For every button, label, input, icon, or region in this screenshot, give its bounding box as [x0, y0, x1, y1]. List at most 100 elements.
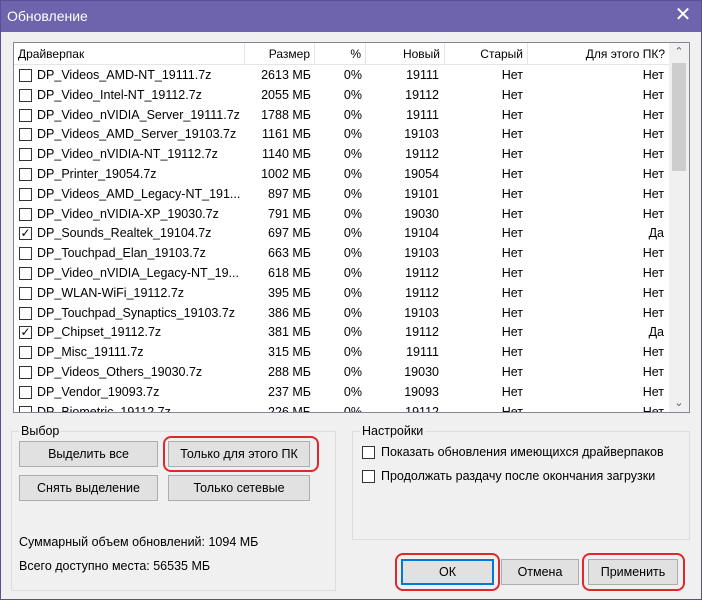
table-row[interactable]: ✓ DP_Chipset_19112.7z 381 МБ 0% 19112 Нет Да	[14, 322, 669, 342]
row-name: DP_Videos_AMD_Server_19103.7z	[37, 127, 237, 142]
row-checkbox[interactable]	[19, 405, 32, 412]
column-header-size[interactable]: Размер	[245, 43, 315, 65]
scroll-up-icon[interactable]: ⌃	[669, 43, 689, 61]
continue-seeding-label: Продолжать раздачу после окончания загру…	[381, 469, 656, 483]
only-network-button[interactable]: Только сетевые	[168, 475, 310, 501]
vertical-scrollbar[interactable]: ⌃ ⌄	[669, 43, 689, 412]
row-name: DP_Video_Intel-NT_19112.7z	[37, 87, 202, 102]
row-for-this-pc: Да	[648, 226, 664, 241]
row-checkbox[interactable]: ✓	[19, 326, 32, 340]
row-size: 2055 МБ	[261, 87, 311, 102]
row-size: 288 МБ	[268, 364, 311, 379]
row-percent: 0%	[343, 305, 362, 320]
row-checkbox[interactable]	[19, 128, 32, 142]
row-old-version: Нет	[501, 325, 523, 340]
table-row[interactable]: DP_Videos_AMD_Legacy-NT_191... 897 МБ 0% 19…	[14, 184, 669, 204]
row-checkbox[interactable]	[19, 266, 32, 280]
row-percent: 0%	[343, 186, 362, 201]
show-updates-label: Показать обновления имеющихся драйверпак…	[381, 445, 664, 459]
row-checkbox[interactable]	[19, 385, 32, 399]
row-name: DP_Touchpad_Elan_19103.7z	[37, 246, 206, 261]
row-size: 395 МБ	[268, 285, 311, 300]
apply-button[interactable]: Применить	[588, 559, 678, 585]
deselect-button[interactable]: Снять выделение	[19, 475, 158, 501]
row-old-version: Нет	[501, 147, 523, 162]
row-checkbox[interactable]	[19, 167, 32, 181]
row-new-version: 19112	[405, 87, 439, 102]
row-checkbox[interactable]	[19, 365, 32, 379]
table-row[interactable]: DP_Biometric_19112.7z 226 МБ 0% 19112 Нет Нет	[14, 402, 669, 413]
row-name: DP_Videos_Others_19030.7z	[37, 364, 203, 379]
window-title: Обновление	[7, 8, 88, 24]
row-percent: 0%	[343, 404, 362, 413]
table-row[interactable]: DP_Videos_AMD_Server_19103.7z 1161 МБ 0% 19…	[14, 124, 669, 144]
row-new-version: 19093	[404, 384, 439, 399]
table-row[interactable]: DP_Misc_19111.7z 315 МБ 0% 19111 Нет Нет	[14, 342, 669, 362]
table-row[interactable]: DP_Video_nVIDIA_Legacy-NT_19... 618 МБ 0% 1…	[14, 263, 669, 283]
row-checkbox[interactable]	[19, 148, 32, 162]
column-header-percent[interactable]: %	[315, 43, 366, 65]
row-checkbox[interactable]: ✓	[19, 227, 32, 241]
row-for-this-pc: Нет	[642, 404, 664, 413]
table-row[interactable]: ✓ DP_Sounds_Realtek_19104.7z 697 МБ 0% 19104…	[14, 223, 669, 243]
row-checkbox[interactable]	[19, 286, 32, 300]
column-header-for-this-pc[interactable]: Для этого ПК?	[528, 43, 669, 65]
row-for-this-pc: Нет	[642, 246, 664, 261]
table-row[interactable]: DP_Touchpad_Elan_19103.7z 663 МБ 0% 19103 Не…	[14, 243, 669, 263]
scroll-down-icon[interactable]: ⌄	[669, 394, 689, 412]
row-for-this-pc: Нет	[642, 384, 664, 399]
row-new-version: 19111	[406, 107, 439, 122]
table-row[interactable]: DP_WLAN-WiFi_19112.7z 395 МБ 0% 19112 Нет Нет	[14, 283, 669, 303]
cancel-button[interactable]: Отмена	[501, 559, 579, 585]
table-row[interactable]: DP_Vendor_19093.7z 237 МБ 0% 19093 Нет Нет	[14, 382, 669, 402]
column-header-new[interactable]: Новый	[366, 43, 445, 65]
row-percent: 0%	[343, 68, 362, 82]
row-checkbox[interactable]	[19, 207, 32, 221]
row-percent: 0%	[343, 226, 362, 241]
row-percent: 0%	[343, 166, 362, 181]
row-for-this-pc: Да	[648, 325, 664, 340]
continue-seeding-checkbox[interactable]	[362, 470, 375, 483]
column-header-old[interactable]: Старый	[445, 43, 528, 65]
row-old-version: Нет	[501, 246, 523, 261]
scrollbar-thumb[interactable]	[672, 63, 686, 171]
row-checkbox[interactable]	[19, 69, 32, 82]
row-for-this-pc: Нет	[642, 305, 664, 320]
only-this-pc-button[interactable]: Только для этого ПК	[168, 441, 310, 467]
row-checkbox[interactable]	[19, 247, 32, 261]
row-name: DP_Videos_AMD_Legacy-NT_191...	[37, 186, 241, 201]
row-checkbox[interactable]	[19, 187, 32, 201]
row-name: DP_Videos_AMD-NT_19111.7z	[37, 68, 212, 82]
row-for-this-pc: Нет	[642, 166, 664, 181]
row-size: 618 МБ	[268, 265, 311, 280]
row-checkbox[interactable]	[19, 88, 32, 102]
row-old-version: Нет	[501, 87, 523, 102]
table-row[interactable]: DP_Videos_AMD-NT_19111.7z 2613 МБ 0% 19111 Н…	[14, 65, 669, 85]
table-row[interactable]: DP_Video_Intel-NT_19112.7z 2055 МБ 0% 19112…	[14, 85, 669, 105]
table-row[interactable]: DP_Videos_Others_19030.7z 288 МБ 0% 19030 Не…	[14, 362, 669, 382]
row-size: 897 МБ	[268, 186, 311, 201]
table-row[interactable]: DP_Video_nVIDIA-XP_19030.7z 791 МБ 0% 19030…	[14, 204, 669, 224]
row-new-version: 19101	[404, 186, 439, 201]
update-dialog: Обновление ✕ Драйверпак Размер % Новый С…	[0, 0, 702, 600]
show-updates-checkbox[interactable]	[362, 446, 375, 459]
ok-button[interactable]: ОК	[401, 559, 494, 585]
table-row[interactable]: DP_Video_nVIDIA-NT_19112.7z 1140 МБ 0% 1911…	[14, 144, 669, 164]
table-row[interactable]: DP_Video_nVIDIA_Server_19111.7z 1788 МБ 0%…	[14, 105, 669, 125]
table-row[interactable]: DP_Printer_19054.7z 1002 МБ 0% 19054 Нет Нет	[14, 164, 669, 184]
row-checkbox[interactable]	[19, 346, 32, 360]
row-checkbox[interactable]	[19, 306, 32, 320]
close-icon[interactable]: ✕	[673, 5, 693, 25]
row-for-this-pc: Нет	[642, 107, 664, 122]
select-all-button[interactable]: Выделить все	[19, 441, 158, 467]
row-checkbox[interactable]	[19, 108, 32, 122]
column-header-driverpack[interactable]: Драйверпак	[14, 43, 245, 65]
row-size: 2613 МБ	[261, 68, 311, 82]
row-percent: 0%	[343, 206, 362, 221]
row-name: DP_Video_nVIDIA-NT_19112.7z	[37, 147, 218, 162]
row-size: 226 МБ	[268, 404, 311, 413]
row-percent: 0%	[343, 285, 362, 300]
table-row[interactable]: DP_Touchpad_Synaptics_19103.7z 386 МБ 0% 19…	[14, 303, 669, 323]
row-size: 1161 МБ	[262, 127, 311, 142]
driverpack-list[interactable]: Драйверпак Размер % Новый Старый Для это…	[13, 42, 690, 413]
